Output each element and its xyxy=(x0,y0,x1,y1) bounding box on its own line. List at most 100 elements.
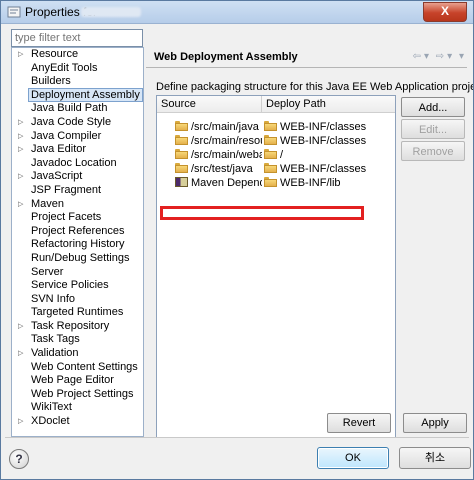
expand-arrow-icon[interactable]: ▷ xyxy=(18,48,23,62)
source-text: /src/main/java xyxy=(191,121,259,133)
nav-item-label: Java Editor xyxy=(31,143,87,156)
nav-item[interactable]: ▷ Task Repository xyxy=(12,320,143,334)
nav-item[interactable]: Project References xyxy=(12,225,143,239)
assembly-table[interactable]: Source Deploy Path /src/main/java WEB-INF… xyxy=(156,95,396,453)
table-row[interactable]: /src/main/webapp / xyxy=(157,148,395,162)
expand-arrow-icon[interactable]: ▷ xyxy=(18,415,23,429)
source-cell: /src/test/java xyxy=(175,162,262,176)
expand-arrow-icon[interactable]: ▷ xyxy=(18,170,23,184)
nav-item[interactable]: ▷ Maven xyxy=(12,198,143,212)
table-row[interactable]: /src/main/java WEB-INF/classes xyxy=(157,120,395,134)
nav-item[interactable]: ▷ Resource xyxy=(12,48,143,62)
table-row[interactable]: Maven Dependencies WEB-INF/lib xyxy=(157,176,395,190)
folder-icon xyxy=(175,121,188,131)
panel-header: Web Deployment Assembly ⇦ ▾ ⇨ ▾ ▾ xyxy=(146,47,467,68)
nav-item-label: Web Content Settings xyxy=(31,360,138,373)
nav-item[interactable]: Java Build Path xyxy=(12,102,143,116)
close-button[interactable]: X xyxy=(423,2,467,22)
nav-item[interactable]: Javadoc Location xyxy=(12,157,143,171)
forward-arrow-icon[interactable]: ⇨ xyxy=(436,51,445,62)
filter-input[interactable] xyxy=(11,29,143,47)
nav-item-label: XDoclet xyxy=(31,415,70,428)
deploy-path-text: WEB-INF/lib xyxy=(280,177,341,189)
source-text: Maven Dependencies xyxy=(191,177,262,189)
nav-item[interactable]: JSP Fragment xyxy=(12,184,143,198)
nav-item[interactable]: Run/Debug Settings xyxy=(12,252,143,266)
page-title: Web Deployment Assembly xyxy=(154,51,298,63)
nav-item[interactable]: Refactoring History xyxy=(12,238,143,252)
add-button[interactable]: Add... xyxy=(401,97,465,117)
nav-item[interactable]: Targeted Runtimes xyxy=(12,306,143,320)
remove-button[interactable]: Remove xyxy=(401,141,465,161)
column-header-deploy-path[interactable]: Deploy Path xyxy=(262,96,394,112)
nav-item[interactable]: ▷ Java Code Style xyxy=(12,116,143,130)
nav-item[interactable]: ▷ Validation xyxy=(12,347,143,361)
properties-window: Properties for X ▷ ResourceAnyEdit ToolsB… xyxy=(0,0,474,480)
nav-item-label: AnyEdit Tools xyxy=(31,61,98,74)
nav-item[interactable]: Server xyxy=(12,266,143,280)
nav-item[interactable]: Builders xyxy=(12,75,143,89)
folder-icon xyxy=(175,163,188,173)
nav-item[interactable]: Web Project Settings xyxy=(12,388,143,402)
source-cell: /src/main/webapp xyxy=(175,148,262,162)
ok-button[interactable]: OK xyxy=(317,447,389,469)
nav-item[interactable]: Service Policies xyxy=(12,279,143,293)
nav-item[interactable]: WikiText xyxy=(12,401,143,415)
edit-button[interactable]: Edit... xyxy=(401,119,465,139)
nav-item[interactable]: Web Page Editor xyxy=(12,374,143,388)
expand-arrow-icon[interactable]: ▷ xyxy=(18,347,23,361)
folder-icon xyxy=(264,177,277,187)
column-header-source[interactable]: Source xyxy=(157,96,262,112)
nav-item[interactable]: ▷ Java Compiler xyxy=(12,130,143,144)
deploy-path-text: WEB-INF/classes xyxy=(280,135,367,147)
library-icon xyxy=(175,177,188,187)
nav-item[interactable]: Task Tags xyxy=(12,333,143,347)
nav-item[interactable]: Deployment Assembly xyxy=(12,87,143,103)
nav-item-label: Task Tags xyxy=(31,333,80,346)
source-cell: Maven Dependencies xyxy=(175,176,262,190)
deploy-path-text: / xyxy=(280,149,284,161)
footer-divider xyxy=(5,437,469,438)
deploy-path-cell: / xyxy=(264,148,392,162)
folder-icon xyxy=(175,149,188,159)
revert-button[interactable]: Revert xyxy=(327,413,391,433)
nav-item-label: Web Page Editor xyxy=(31,374,114,387)
help-icon[interactable]: ? xyxy=(9,449,29,469)
nav-item-label: Refactoring History xyxy=(31,238,125,251)
expand-arrow-icon[interactable]: ▷ xyxy=(18,320,23,334)
nav-item[interactable]: ▷ Java Editor xyxy=(12,143,143,157)
nav-item[interactable]: ▷ JavaScript xyxy=(12,170,143,184)
folder-icon xyxy=(264,121,277,131)
folder-icon xyxy=(175,135,188,145)
dialog-content: ▷ ResourceAnyEdit ToolsBuildersDeployment… xyxy=(5,25,473,453)
nav-item[interactable]: SVN Info xyxy=(12,293,143,307)
nav-item[interactable]: ▷ XDoclet xyxy=(12,415,143,429)
property-pages-tree[interactable]: ▷ Resource AnyEdit Tools Builders Deployment… xyxy=(11,47,144,437)
nav-item-label: Server xyxy=(31,265,64,278)
nav-item-label: Project References xyxy=(31,224,125,237)
expand-arrow-icon[interactable]: ▷ xyxy=(18,143,23,157)
highlight-annotation xyxy=(160,206,364,220)
table-row[interactable]: /src/main/resources WEB-INF/classes xyxy=(157,134,395,148)
deploy-path-cell: WEB-INF/classes xyxy=(264,162,392,176)
nav-item-label: Java Compiler xyxy=(31,129,102,142)
folder-icon xyxy=(264,163,277,173)
title-bar[interactable]: Properties for X xyxy=(1,1,473,24)
forward-dropdown-icon[interactable]: ▾ xyxy=(447,51,453,62)
back-dropdown-icon[interactable]: ▾ xyxy=(424,51,430,62)
deploy-path-cell: WEB-INF/lib xyxy=(264,176,392,190)
nav-item-label: Builders xyxy=(31,75,71,88)
source-cell: /src/main/java xyxy=(175,120,262,134)
nav-item[interactable]: Project Facets xyxy=(12,211,143,225)
deploy-path-cell: WEB-INF/classes xyxy=(264,120,392,134)
nav-item[interactable]: AnyEdit Tools xyxy=(12,62,143,76)
expand-arrow-icon[interactable]: ▷ xyxy=(18,116,23,130)
cancel-button[interactable]: 취소 xyxy=(399,447,471,469)
expand-arrow-icon[interactable]: ▷ xyxy=(18,130,23,144)
table-row[interactable]: /src/test/java WEB-INF/classes xyxy=(157,162,395,176)
nav-item[interactable]: Web Content Settings xyxy=(12,361,143,375)
view-menu-icon[interactable]: ▾ xyxy=(459,51,465,62)
expand-arrow-icon[interactable]: ▷ xyxy=(18,198,23,212)
back-arrow-icon[interactable]: ⇦ xyxy=(413,51,422,62)
apply-button[interactable]: Apply xyxy=(403,413,467,433)
